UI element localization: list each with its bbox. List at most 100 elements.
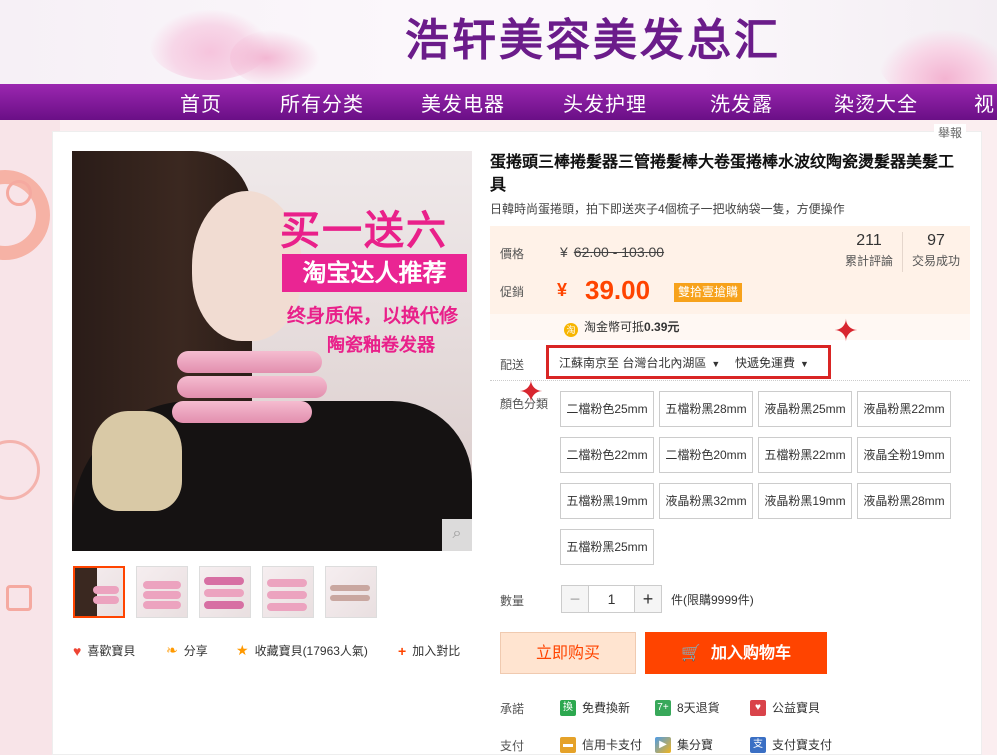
reviews-count: 211 <box>856 232 882 249</box>
option-item[interactable]: 液晶粉黑25mm <box>758 391 852 427</box>
alipay-icon: 支 <box>750 736 766 753</box>
promise-label: 承諾 <box>500 702 525 716</box>
add-to-cart-button[interactable]: 🛒 加入购物车 <box>645 632 827 674</box>
price-label: 價格 <box>500 247 525 261</box>
thumbnail-2[interactable] <box>136 566 188 618</box>
shipping-route: 江蘇南京至 台灣台北內湖區 <box>559 356 707 370</box>
reviews-stat[interactable]: 211 累計評論 <box>843 232 895 269</box>
thumbnail-5[interactable] <box>325 566 377 618</box>
exchange-icon: 換 <box>560 699 576 716</box>
charity-icon: ♥ <box>750 699 766 716</box>
share-label: 分享 <box>183 644 208 658</box>
option-item[interactable]: 五檔粉黑28mm <box>659 391 753 427</box>
payment-jifenbao[interactable]: ▶ 集分寶 <box>655 736 713 753</box>
option-item[interactable]: 液晶粉黑22mm <box>857 391 951 427</box>
curler-barrel <box>172 401 312 423</box>
promo-currency: ¥ <box>557 280 568 300</box>
add-to-cart-label: 加入购物车 <box>710 643 791 662</box>
reviews-label: 累計評論 <box>844 254 893 268</box>
payment-text: 集分寶 <box>677 738 714 752</box>
option-item[interactable]: 二檔粉色20mm <box>659 437 753 473</box>
original-price: ¥62.00 - 103.00 <box>560 244 664 260</box>
thumbnail-4[interactable] <box>262 566 314 618</box>
shipping-method-dropdown[interactable]: 快遞免運費 ▼ <box>735 354 809 371</box>
thumbnail-3[interactable] <box>199 566 251 618</box>
promise-free-exchange[interactable]: 換免費換新 <box>560 699 630 716</box>
nav-item-all-categories[interactable]: 所有分类 <box>280 88 364 117</box>
promise-charity[interactable]: ♥ 公益寶貝 <box>750 699 820 716</box>
buy-now-button[interactable]: 立即购买 <box>500 632 636 674</box>
star-icon: ★ <box>236 642 249 658</box>
caret-down-icon: ▼ <box>711 359 721 369</box>
store-banner: 浩轩美容美发总汇 <box>0 0 997 84</box>
promo-text: 陶瓷釉卷发器 <box>327 335 435 356</box>
promise-text: 免費換新 <box>582 701 631 715</box>
payment-text: 支付寶支付 <box>772 738 833 752</box>
color-option-label: 顏色分類 <box>500 397 549 411</box>
option-item[interactable]: 液晶粉黑19mm <box>758 483 852 519</box>
shirt-print <box>92 411 182 511</box>
points-row: 淘淘金幣可抵0.39元 <box>490 314 970 340</box>
divider <box>490 380 970 381</box>
shipping-route-dropdown[interactable]: 江蘇南京至 台灣台北內湖區 ▼ <box>559 354 720 371</box>
nav-item-dye-perm[interactable]: 染烫大全 <box>834 88 918 117</box>
nav-item-more[interactable]: 视 <box>974 88 995 117</box>
like-button[interactable]: ♥ 喜歡寶貝 <box>73 642 135 659</box>
share-button[interactable]: ❧ 分享 <box>166 642 208 659</box>
promo-banner: 淘宝达人推荐 <box>282 254 467 292</box>
sales-label: 交易成功 <box>911 254 960 268</box>
compare-button[interactable]: + 加入對比 <box>398 642 460 659</box>
sales-stat: 97 交易成功 <box>908 232 964 269</box>
promise-text: 公益寶貝 <box>772 701 821 715</box>
quantity-minus-button[interactable]: − <box>561 585 589 613</box>
promise-8-day-return[interactable]: 7+ 8天退貨 <box>655 699 720 716</box>
quantity-input[interactable]: 1 <box>589 585 634 613</box>
option-item[interactable]: 液晶粉黑32mm <box>659 483 753 519</box>
promo-tag: 雙拾壹搶購 <box>674 283 743 302</box>
option-item[interactable]: 五檔粉黑25mm <box>560 529 654 565</box>
like-label: 喜歡寶貝 <box>87 644 136 658</box>
shopping-bag-icon <box>6 585 32 611</box>
nav-item-hair-care[interactable]: 头发护理 <box>563 88 647 117</box>
calendar-icon <box>6 180 32 206</box>
product-title: 蛋捲頭三棒捲髮器三管捲髮棒大卷蛋捲棒水波纹陶瓷燙髮器美髮工具 <box>490 152 955 194</box>
original-price-value: 62.00 - 103.00 <box>573 244 665 260</box>
option-item[interactable]: 二檔粉色25mm <box>560 391 654 427</box>
quantity-limit: 件(限購9999件) <box>671 593 754 607</box>
nav-item-shampoo[interactable]: 洗发露 <box>710 88 773 117</box>
favorite-button[interactable]: ★ 收藏寶貝(17963人氣) <box>236 642 368 659</box>
jifenbao-icon: ▶ <box>655 736 671 753</box>
points-value: 0.39元 <box>644 320 680 334</box>
stat-divider <box>902 232 903 272</box>
curler-barrel <box>177 376 327 398</box>
report-link[interactable]: 舉報 <box>934 124 967 141</box>
shipping-method: 快遞免運費 <box>735 356 796 370</box>
payment-text: 信用卡支付 <box>582 738 643 752</box>
product-main-image[interactable]: 买一送六 淘宝达人推荐 终身质保，以换代修 陶瓷釉卷发器 ⌕ <box>72 151 472 551</box>
option-item[interactable]: 五檔粉黑22mm <box>758 437 852 473</box>
option-item[interactable]: 液晶粉黑28mm <box>857 483 951 519</box>
compare-label: 加入對比 <box>412 644 461 658</box>
payment-alipay[interactable]: 支支付寶支付 <box>750 736 832 753</box>
share-icon: ❧ <box>166 642 178 658</box>
payment-credit-card[interactable]: ▬ 信用卡支付 <box>560 736 642 753</box>
favorite-label: 收藏寶貝(17963人氣) <box>254 644 368 658</box>
option-item[interactable]: 二檔粉色22mm <box>560 437 654 473</box>
product-subtitle: 日韓時尚蛋捲頭，拍下即送夾子4個梳子一把收納袋一隻，方便操作 <box>490 202 845 216</box>
credit-card-icon: ▬ <box>560 736 576 753</box>
flower-decoration <box>880 30 997 84</box>
coin-icon: 淘 <box>564 323 578 337</box>
option-item[interactable]: 五檔粉黑19mm <box>560 483 654 519</box>
promo-text: 买一送六 <box>280 208 448 254</box>
store-nav: 首页 所有分类 美发电器 头发护理 洗发露 染烫大全 视 <box>0 84 997 120</box>
nav-item-home[interactable]: 首页 <box>180 88 222 117</box>
quantity-plus-button[interactable]: + <box>634 585 662 613</box>
thumbnail-1[interactable] <box>73 566 125 618</box>
zoom-icon[interactable]: ⌕ <box>442 519 472 551</box>
promo-price: 39.00 <box>585 275 651 305</box>
promo-label: 促銷 <box>500 285 525 299</box>
nav-item-hair-appliances[interactable]: 美发电器 <box>421 88 505 117</box>
payment-label: 支付 <box>500 739 525 753</box>
option-item[interactable]: 液晶全粉19mm <box>857 437 951 473</box>
promo-text: 终身质保，以换代修 <box>287 305 459 327</box>
